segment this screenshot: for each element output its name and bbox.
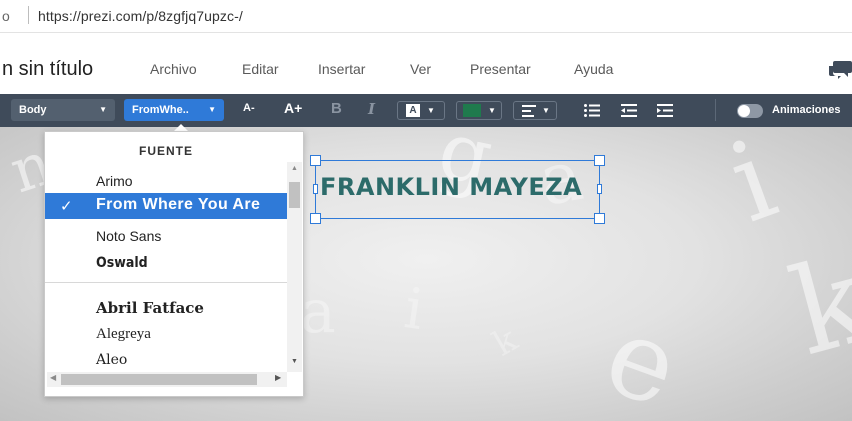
alignment-dropdown[interactable]: ▼ bbox=[513, 101, 557, 120]
menu-presentar[interactable]: Presentar bbox=[470, 61, 531, 77]
url-separator bbox=[28, 6, 29, 24]
font-option-alegreya[interactable]: Alegreya bbox=[45, 321, 287, 347]
increase-font-size-button[interactable]: A+ bbox=[284, 100, 302, 116]
align-left-icon bbox=[522, 104, 536, 117]
font-option-label: Arimo bbox=[96, 173, 133, 189]
chevron-down-icon: ▼ bbox=[488, 106, 496, 115]
font-group-divider bbox=[45, 282, 287, 283]
menu-ayuda[interactable]: Ayuda bbox=[574, 61, 613, 77]
font-option-label: Noto Sans bbox=[96, 228, 162, 244]
chevron-down-icon: ▼ bbox=[542, 106, 550, 115]
font-dropdown[interactable]: FromWhe.. ▼ bbox=[124, 99, 224, 121]
url-prefix: o bbox=[2, 8, 10, 24]
highlight-color-dropdown[interactable]: A ▼ bbox=[397, 101, 445, 120]
scroll-left-arrow-icon[interactable]: ◀ bbox=[50, 373, 56, 382]
background-letter: e bbox=[590, 289, 696, 421]
indent-icon[interactable] bbox=[657, 104, 673, 117]
background-letter: i bbox=[400, 276, 428, 343]
scrollbar-thumb[interactable] bbox=[289, 182, 300, 208]
presentation-title[interactable]: n sin título bbox=[2, 58, 93, 81]
background-letter: k bbox=[778, 229, 852, 384]
resize-handle-bottom-left[interactable] bbox=[310, 213, 321, 224]
background-letter: i bbox=[714, 127, 792, 248]
font-option-from-where-you-are[interactable]: ✓ From Where You Are bbox=[45, 193, 287, 219]
chevron-down-icon: ▼ bbox=[427, 106, 435, 115]
decrease-font-size-button[interactable]: A- bbox=[243, 102, 255, 114]
font-option-oswald[interactable]: Oswald bbox=[45, 250, 287, 276]
resize-handle-bottom-right[interactable] bbox=[594, 213, 605, 224]
style-dropdown[interactable]: Body ▼ bbox=[11, 99, 115, 121]
italic-button[interactable]: I bbox=[368, 100, 375, 118]
animations-toggle[interactable] bbox=[737, 104, 763, 118]
toggle-knob bbox=[738, 105, 750, 117]
toolbar-divider bbox=[715, 99, 716, 121]
bullet-list-icon[interactable] bbox=[584, 104, 600, 117]
font-option-label: Abril Fatface bbox=[96, 299, 204, 317]
text-color-swatch bbox=[463, 104, 481, 117]
outdent-icon[interactable] bbox=[621, 104, 637, 117]
address-bar[interactable]: o https://prezi.com/p/8zgfjq7upzc-/ bbox=[0, 0, 852, 33]
text-box-content[interactable]: FRANKLIN MAYEZA bbox=[320, 173, 582, 201]
menu-bar: n sin título Archivo Editar Insertar Ver… bbox=[0, 38, 852, 94]
resize-handle-right[interactable] bbox=[597, 184, 602, 194]
font-option-noto-sans[interactable]: Noto Sans bbox=[45, 223, 287, 249]
menu-ver[interactable]: Ver bbox=[410, 61, 431, 77]
animations-label: Animaciones bbox=[772, 104, 841, 116]
font-option-arimo[interactable]: Arimo bbox=[45, 168, 287, 194]
scrollbar-thumb[interactable] bbox=[61, 374, 257, 385]
font-option-label: Alegreya bbox=[96, 326, 151, 342]
resize-handle-top-right[interactable] bbox=[594, 155, 605, 166]
font-option-label: Aleo bbox=[96, 352, 128, 368]
font-option-label: From Where You Are bbox=[96, 196, 261, 213]
menu-archivo[interactable]: Archivo bbox=[150, 61, 197, 77]
horizontal-scrollbar[interactable]: ◀ ▶ bbox=[47, 372, 287, 387]
bold-button[interactable]: B bbox=[331, 100, 342, 117]
background-letter: a bbox=[300, 277, 336, 347]
font-menu-header: FUENTE bbox=[139, 144, 193, 158]
background-letter: k bbox=[486, 319, 525, 365]
font-option-label: Oswald bbox=[96, 255, 148, 271]
menu-editar[interactable]: Editar bbox=[242, 61, 279, 77]
vertical-scrollbar[interactable]: ▲ ▼ bbox=[287, 162, 302, 372]
scroll-right-arrow-icon[interactable]: ▶ bbox=[275, 373, 281, 382]
comments-icon[interactable] bbox=[828, 59, 852, 81]
font-dropdown-menu: FUENTE Arimo ✓ From Where You Are Noto S… bbox=[44, 131, 304, 397]
font-dropdown-value: FromWhe.. bbox=[132, 104, 189, 116]
text-highlight-icon: A bbox=[406, 104, 420, 117]
menu-insertar[interactable]: Insertar bbox=[318, 61, 365, 77]
text-color-dropdown[interactable]: ▼ bbox=[456, 101, 502, 120]
chevron-down-icon: ▼ bbox=[208, 105, 216, 114]
checkmark-icon: ✓ bbox=[60, 198, 73, 215]
url-text[interactable]: https://prezi.com/p/8zgfjq7upzc-/ bbox=[38, 8, 243, 24]
text-toolbar: Body ▼ FromWhe.. ▼ A- A+ B I A ▼ ▼ ▼ Ani… bbox=[0, 94, 852, 127]
resize-handle-left[interactable] bbox=[313, 184, 318, 194]
scroll-up-arrow-icon[interactable]: ▲ bbox=[291, 165, 298, 172]
scroll-down-arrow-icon[interactable]: ▼ bbox=[291, 358, 298, 365]
chevron-down-icon: ▼ bbox=[99, 105, 107, 114]
font-option-aleo[interactable]: Aleo bbox=[45, 347, 287, 373]
font-option-abril-fatface[interactable]: Abril Fatface bbox=[45, 294, 287, 320]
selected-text-box[interactable]: FRANKLIN MAYEZA bbox=[315, 160, 600, 219]
style-dropdown-value: Body bbox=[19, 104, 47, 116]
resize-handle-top-left[interactable] bbox=[310, 155, 321, 166]
